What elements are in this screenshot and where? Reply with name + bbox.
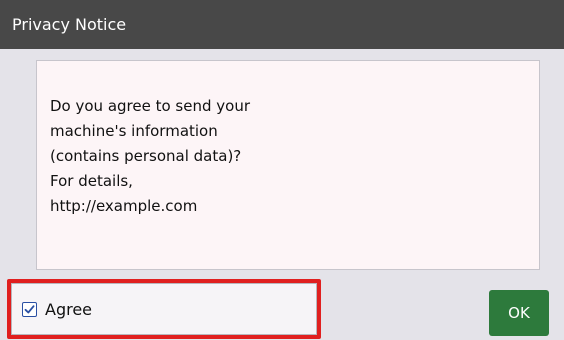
message-panel: Do you agree to send your machine's info… [36,60,540,270]
message-line: Do you agree to send your [50,97,250,115]
ok-button[interactable]: OK [489,290,549,336]
privacy-notice-dialog: Privacy Notice Do you agree to send your… [0,0,564,340]
message-line: (contains personal data)? [50,147,242,165]
privacy-message: Do you agree to send your machine's info… [50,94,250,219]
dialog-title: Privacy Notice [12,15,127,34]
message-line: machine's information [50,122,218,140]
message-line: http://example.com [50,197,198,215]
agree-label: Agree [45,299,93,319]
checkmark-icon [24,304,35,313]
agree-checkbox[interactable] [22,301,37,317]
message-line: For details, [50,172,133,190]
agree-checkbox-row[interactable]: Agree [11,283,317,335]
dialog-title-bar: Privacy Notice [0,0,564,49]
